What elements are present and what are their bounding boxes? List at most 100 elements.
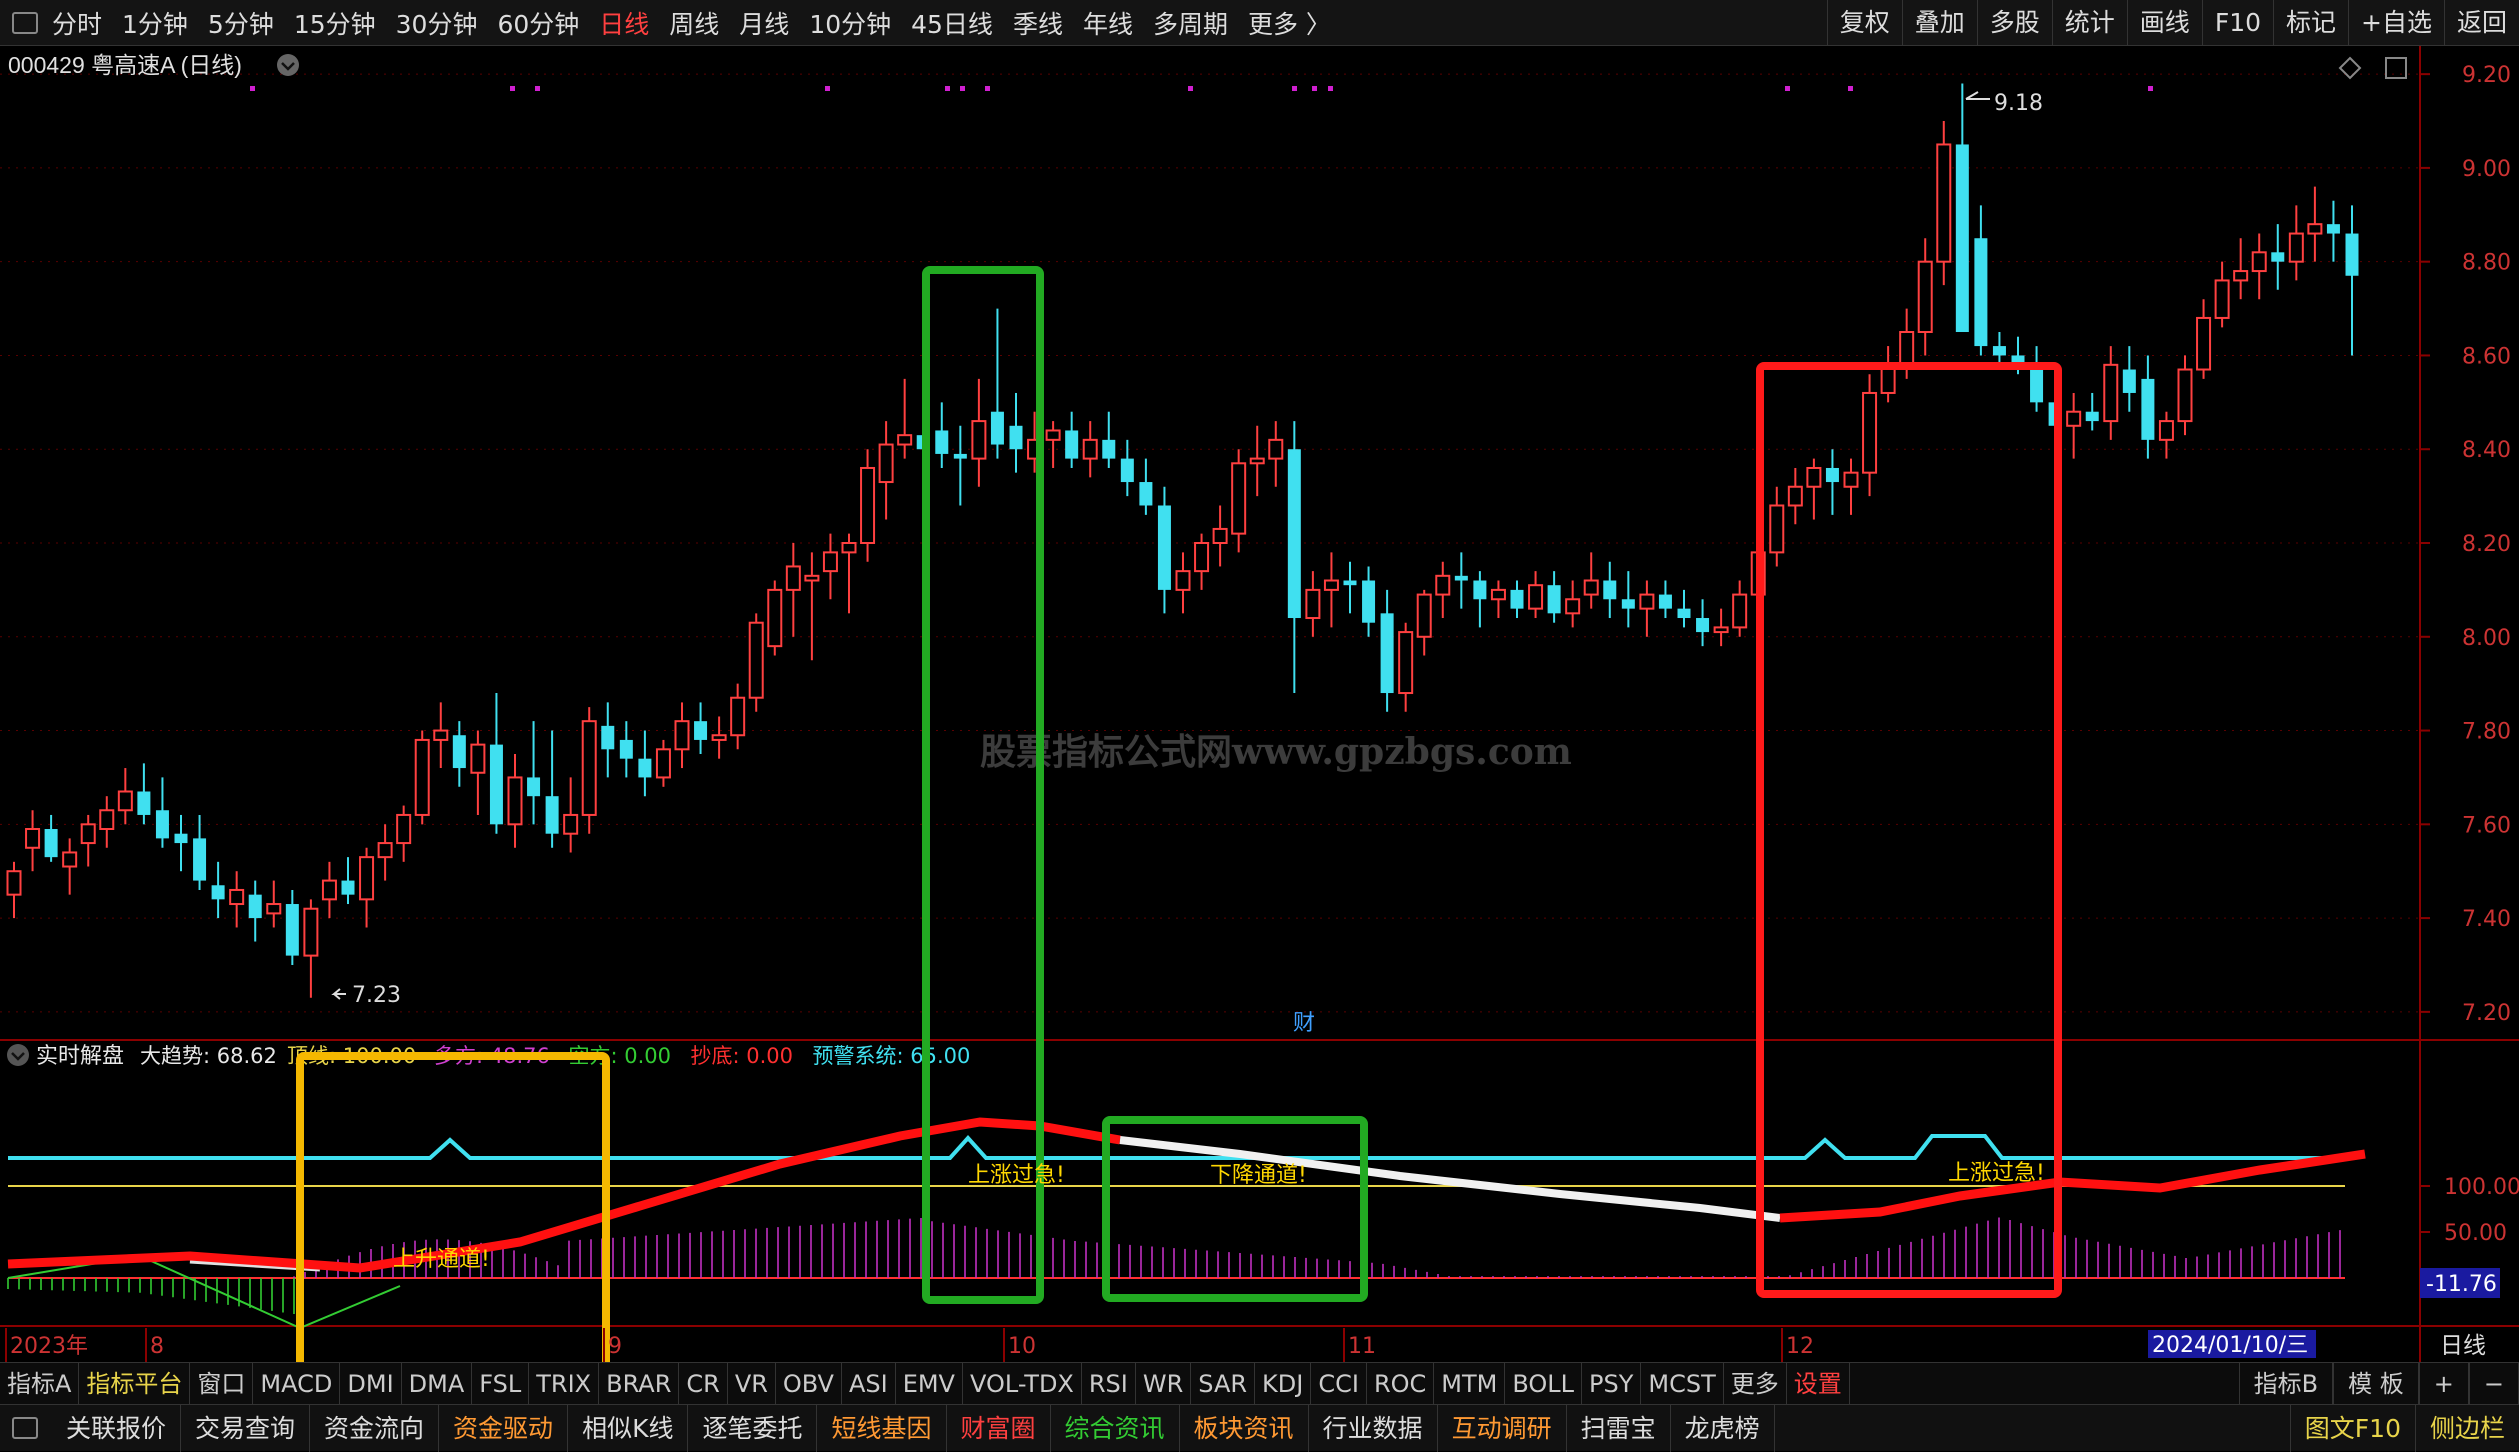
menu-icon[interactable] (12, 1417, 38, 1439)
indicator-tab[interactable]: ASI (842, 1362, 896, 1405)
link-item[interactable]: 交易查询 (181, 1404, 311, 1452)
indicator-tab[interactable]: MCST (1641, 1362, 1724, 1405)
candle (2177, 355, 2193, 436)
period-tab[interactable]: 日线 (599, 5, 649, 41)
signal-dot (1785, 86, 1790, 91)
tool-button[interactable]: 标记 (2273, 0, 2348, 46)
period-tab[interactable]: 多周期 (1153, 5, 1228, 41)
indicator-tab[interactable]: 指标A (0, 1362, 80, 1405)
tool-button[interactable]: 画线 (2126, 0, 2202, 46)
link-item[interactable]: 板块资讯 (1180, 1404, 1309, 1452)
indicator-tab[interactable]: − (2468, 1363, 2519, 1405)
link-item[interactable]: 互动调研 (1438, 1404, 1567, 1452)
candle (1009, 392, 1023, 473)
period-tab[interactable]: 45日线 (911, 5, 993, 41)
indicator-tab[interactable]: BRAR (599, 1362, 680, 1405)
link-item[interactable]: 行业数据 (1309, 1404, 1438, 1452)
indicator-tab[interactable]: BOLL (1505, 1362, 1583, 1405)
indicator-tab[interactable]: OBV (776, 1362, 842, 1405)
link-item[interactable]: 图文F10 (2289, 1405, 2415, 1452)
indicator-tab[interactable]: MTM (1434, 1362, 1506, 1405)
kline-chart[interactable]: 9.20 9.00 8.80 8.60 8.40 8.20 8.00 7.80 7.60 7.40… (0, 46, 2519, 1362)
indicator-tab[interactable]: VR (728, 1362, 776, 1405)
period-tab[interactable]: 月线 (739, 5, 789, 41)
stock-title: 000429 粤高速A (日线) (8, 52, 242, 78)
candle (1732, 580, 1748, 637)
panel-toggle-icon[interactable] (2385, 57, 2407, 79)
period-tab[interactable]: 1分钟 (122, 5, 188, 41)
period-tab[interactable]: 5分钟 (208, 5, 274, 41)
tool-button[interactable]: +自选 (2348, 0, 2444, 46)
tool-button[interactable]: 返回 (2443, 0, 2519, 46)
indicator-dropdown-icon[interactable] (7, 1044, 29, 1066)
indicator-tab[interactable]: VOL-TDX (963, 1362, 1082, 1405)
tool-button[interactable]: F10 (2201, 0, 2273, 46)
indicator-tab[interactable]: PSY (1582, 1362, 1642, 1405)
indicator-tab[interactable]: CR (679, 1362, 728, 1405)
candle (1082, 421, 1098, 478)
indicator-tab[interactable]: WR (1136, 1362, 1192, 1405)
indicator-tab[interactable]: 更多 (1724, 1362, 1787, 1405)
indicator-tab[interactable]: 指标B (2238, 1363, 2334, 1405)
indicator-tab[interactable]: KDJ (1255, 1362, 1312, 1405)
period-tab[interactable]: 分时 (52, 5, 102, 41)
period-tab[interactable]: 季线 (1013, 5, 1063, 41)
period-tab[interactable]: 周线 (669, 5, 719, 41)
candle (619, 721, 633, 778)
period-tab[interactable]: 60分钟 (497, 5, 579, 41)
signal-dot (960, 86, 965, 91)
candle (470, 730, 486, 815)
indicator-tab[interactable]: TRIX (529, 1362, 600, 1405)
link-item[interactable]: 龙虎榜 (1671, 1404, 1775, 1452)
link-item[interactable]: 相似K线 (568, 1404, 689, 1452)
link-item[interactable]: 侧边栏 (2414, 1405, 2519, 1452)
tool-button[interactable]: 复权 (1826, 0, 1902, 46)
price-tick-label: 7.80 (2462, 720, 2511, 745)
indicator-tab[interactable]: RSI (1082, 1362, 1136, 1405)
indicator-tab[interactable]: FSL (472, 1362, 530, 1405)
indicator-tab[interactable]: DMI (340, 1362, 402, 1405)
candle (1992, 332, 2006, 365)
period-tab[interactable]: 10分钟 (809, 5, 891, 41)
link-item[interactable]: 扫雷宝 (1567, 1404, 1671, 1452)
finance-event-marker[interactable]: 财 (1293, 1011, 1315, 1036)
price-tick-label: 7.20 (2462, 1001, 2511, 1026)
tool-button[interactable]: 多股 (1976, 0, 2052, 46)
tool-button[interactable]: 统计 (2051, 0, 2127, 46)
indicator-tab[interactable]: ROC (1367, 1362, 1435, 1405)
link-item[interactable]: 短线基因 (817, 1404, 947, 1452)
indicator-tab[interactable]: + (2418, 1363, 2469, 1405)
indicator-tab[interactable]: SAR (1191, 1362, 1256, 1405)
indicator-tab[interactable]: 模 板 (2333, 1363, 2419, 1405)
period-tab[interactable]: 更多 〉 (1248, 5, 1331, 41)
dropdown-icon[interactable] (277, 54, 299, 76)
candle (99, 796, 115, 848)
tool-button[interactable]: 叠加 (1901, 0, 1977, 46)
link-item[interactable]: 财富圈 (947, 1404, 1051, 1452)
price-tick-label: 8.80 (2462, 251, 2511, 276)
candle (1621, 571, 1635, 628)
indicator-tab[interactable]: MACD (253, 1362, 341, 1405)
indicator-tab[interactable]: 窗口 (190, 1362, 254, 1405)
indicator-tab[interactable]: CCI (1311, 1362, 1367, 1405)
indicator-tab[interactable]: 指标平台 (79, 1362, 191, 1405)
menu-icon[interactable] (12, 11, 38, 34)
indicator-tab[interactable]: 设置 (1787, 1362, 1850, 1405)
indicator-tab[interactable]: EMV (896, 1362, 963, 1405)
period-tab[interactable]: 30分钟 (396, 5, 478, 41)
link-item[interactable]: 资金驱动 (439, 1404, 569, 1452)
time-tick-label: 8 (150, 1334, 164, 1359)
link-item[interactable]: 逐笔委托 (688, 1404, 818, 1452)
candle (1974, 205, 1988, 356)
candle (2326, 200, 2340, 262)
link-item[interactable]: 资金流向 (310, 1404, 440, 1452)
candle (1862, 374, 1878, 497)
period-tab[interactable]: 15分钟 (294, 5, 376, 41)
link-item[interactable]: 关联报价 (52, 1404, 182, 1452)
link-item[interactable]: 综合资讯 (1051, 1404, 1180, 1452)
indicator-tab-right: 指标B 模 板 + − (2238, 1363, 2519, 1405)
indicator-tab[interactable]: DMA (402, 1362, 473, 1405)
diamond-icon[interactable] (2338, 56, 2362, 80)
period-tab[interactable]: 年线 (1083, 5, 1133, 41)
candle (1769, 486, 1785, 567)
